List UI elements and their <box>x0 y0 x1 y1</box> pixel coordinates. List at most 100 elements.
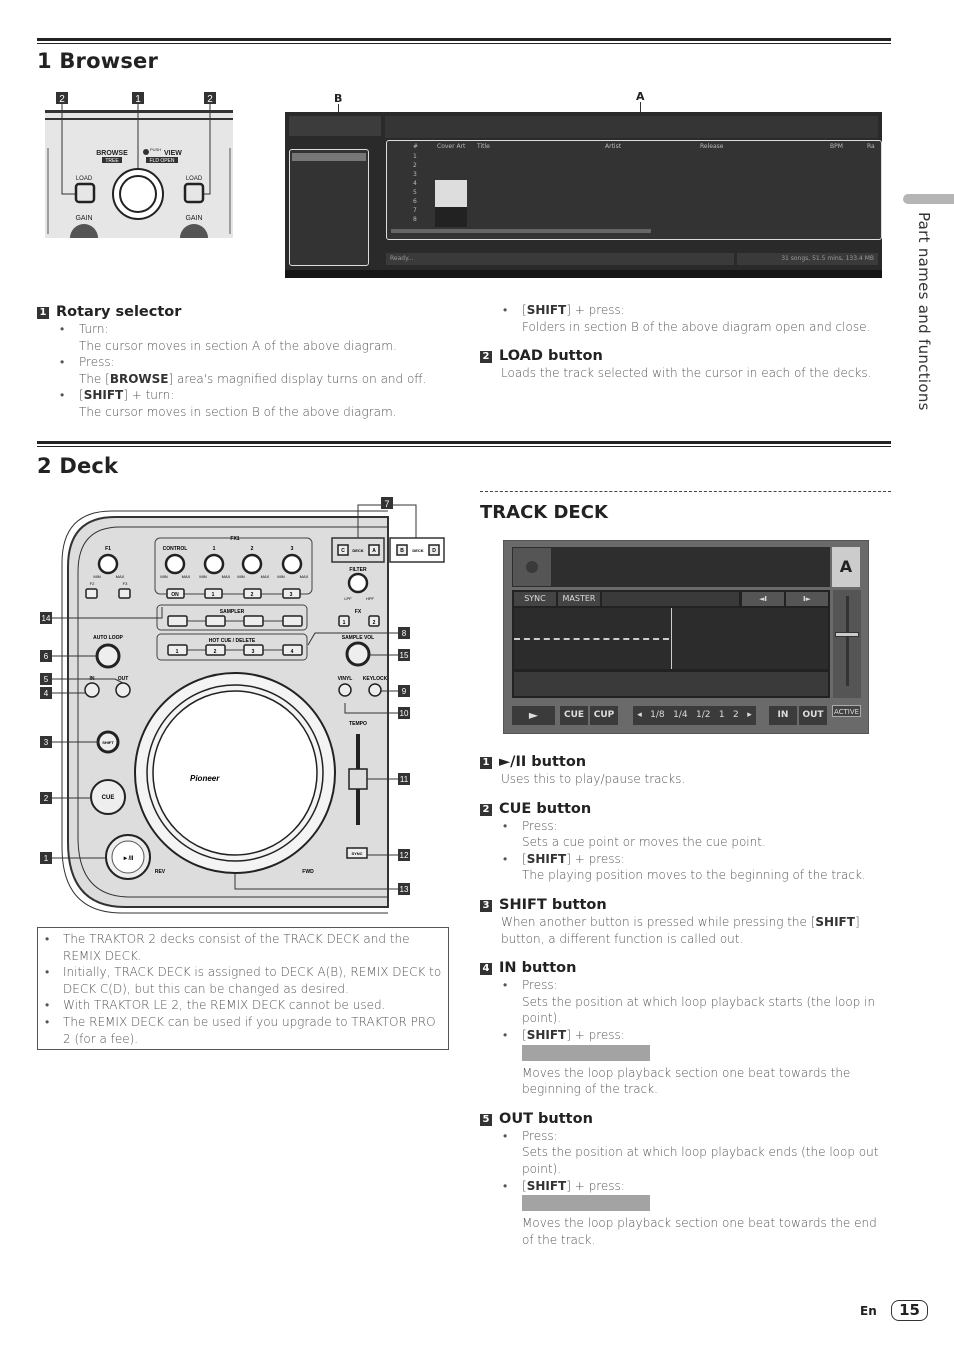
dashed-divider <box>480 491 891 492</box>
svg-text:1: 1 <box>212 592 215 598</box>
svg-text:3: 3 <box>44 738 49 747</box>
side-tab-label: Part names and functions <box>915 212 933 411</box>
play-button[interactable]: ► <box>512 706 555 725</box>
preview-player <box>289 116 381 136</box>
svg-text:2: 2 <box>207 94 213 105</box>
tempo-fader[interactable] <box>833 590 861 698</box>
svg-text:GAIN: GAIN <box>75 215 92 222</box>
overview-bar[interactable] <box>514 672 828 696</box>
svg-text:F1: F1 <box>105 546 111 552</box>
svg-text:MAX: MAX <box>222 574 231 579</box>
svg-text:DECK: DECK <box>412 548 423 553</box>
svg-text:DECK: DECK <box>352 548 363 553</box>
tree-section-b[interactable] <box>289 149 369 266</box>
svg-text:MAX: MAX <box>182 574 191 579</box>
loop-size-selector[interactable]: ◂ 1/8 1/4 1/2 1 2 ▸ <box>633 706 756 725</box>
svg-text:BROWSE: BROWSE <box>96 150 128 157</box>
section-rule-thin <box>37 43 891 44</box>
load-button-left <box>74 182 96 204</box>
svg-text:10: 10 <box>400 709 409 718</box>
svg-text:MIN: MIN <box>237 574 244 579</box>
deck-controller-diagram: FX1 F1 CONTROL 1 2 3 MIN MAX MIN MAX MIN MA… <box>40 497 445 914</box>
svg-text:11: 11 <box>400 775 409 784</box>
svg-text:F3: F3 <box>123 581 128 586</box>
language-label: En <box>860 1304 877 1318</box>
section-rule-thin <box>37 446 891 447</box>
rotary-selector-section: 1Rotary selector Turn: The cursor moves … <box>37 303 457 421</box>
master-button[interactable]: MASTER <box>558 592 600 606</box>
page-number: 15 <box>891 1300 928 1321</box>
svg-text:1: 1 <box>343 620 346 626</box>
svg-text:MAX: MAX <box>261 574 270 579</box>
section-title-browser: 1 Browser <box>37 49 159 73</box>
svg-text:15: 15 <box>400 651 409 660</box>
deck-notes: The TRAKTOR 2 decks consist of the TRACK… <box>37 927 449 1050</box>
svg-text:1: 1 <box>44 854 49 863</box>
phase-meter <box>602 592 739 606</box>
deck-letter: A <box>832 547 860 587</box>
svg-text:VINYL: VINYL <box>338 676 353 682</box>
browse-controller-diagram: 2 1 2 BROWSE TREE PUSH VIEW FLD OPEN LOA… <box>45 92 233 238</box>
collection-summary: 31 songs, 51.5 mins, 133.4 MB <box>737 253 878 265</box>
svg-text:MIN: MIN <box>199 574 206 579</box>
waveform[interactable] <box>514 608 828 669</box>
svg-text:MIN: MIN <box>160 574 167 579</box>
svg-text:SAMPLE VOL: SAMPLE VOL <box>342 635 375 641</box>
svg-text:PUSH: PUSH <box>150 147 161 152</box>
redacted-bar <box>522 1195 650 1212</box>
svg-text:2: 2 <box>59 94 65 105</box>
horizontal-scrollbar[interactable] <box>391 229 651 233</box>
svg-text:GAIN: GAIN <box>185 215 202 222</box>
svg-text:TREE: TREE <box>105 158 119 164</box>
svg-text:Pioneer: Pioneer <box>190 774 220 783</box>
svg-text:LPF: LPF <box>344 596 352 601</box>
svg-text:5: 5 <box>44 675 49 684</box>
svg-text:FILTER: FILTER <box>349 567 367 573</box>
svg-text:3: 3 <box>290 592 293 598</box>
svg-text:LOAD: LOAD <box>186 176 203 182</box>
side-tab-bar <box>903 194 954 204</box>
svg-text:►/II: ►/II <box>123 856 134 862</box>
cup-button[interactable]: CUP <box>590 706 618 725</box>
svg-text:MAX: MAX <box>116 574 125 579</box>
svg-text:1: 1 <box>135 94 141 105</box>
sync-button[interactable]: SYNC <box>514 592 556 606</box>
svg-text:FX1: FX1 <box>230 536 239 542</box>
section-rule <box>37 38 891 41</box>
svg-text:HOT CUE / DELETE: HOT CUE / DELETE <box>209 638 256 644</box>
svg-text:CUE: CUE <box>102 795 115 801</box>
svg-text:FX: FX <box>355 609 362 615</box>
beatjump-back-button[interactable]: ◄I <box>742 592 784 606</box>
cue-button[interactable]: CUE <box>560 706 588 725</box>
cover-art <box>513 548 551 586</box>
track-deck-screen: A SYNC MASTER ◄I I► ► CUE CUP ◂ 1/8 1/4 1/2… <box>503 540 869 734</box>
load-button-right <box>183 182 205 204</box>
svg-text:7: 7 <box>384 499 389 509</box>
loop-in-button[interactable]: IN <box>769 706 797 725</box>
svg-text:KEYLOCK: KEYLOCK <box>363 676 388 682</box>
section-rule <box>37 441 891 444</box>
rotary-selector-section-cont: [SHIFT] + press: Folders in section B of… <box>480 302 890 382</box>
svg-text:REV: REV <box>155 869 166 875</box>
svg-text:C: C <box>341 548 345 554</box>
track-list-section-a[interactable]: # Cover Art Title Artist Release BPM Ra … <box>386 140 882 240</box>
svg-text:2: 2 <box>251 592 254 598</box>
svg-text:12: 12 <box>400 851 409 860</box>
svg-text:LOAD: LOAD <box>76 176 93 182</box>
svg-text:B: B <box>400 548 404 554</box>
svg-text:ON: ON <box>171 592 179 598</box>
svg-text:SAMPLER: SAMPLER <box>220 609 245 615</box>
svg-text:VIEW: VIEW <box>164 150 182 157</box>
svg-text:FLD OPEN: FLD OPEN <box>149 158 174 164</box>
svg-text:2: 2 <box>373 620 376 626</box>
svg-text:3: 3 <box>291 546 294 552</box>
favorites-bar <box>385 116 878 138</box>
svg-text:FWD: FWD <box>302 869 314 875</box>
loop-active-button[interactable]: ACTIVE <box>832 705 861 717</box>
svg-text:MAX: MAX <box>300 574 309 579</box>
status-text: Ready... <box>386 253 734 265</box>
beatjump-forward-button[interactable]: I► <box>786 592 828 606</box>
svg-text:MIN: MIN <box>93 574 100 579</box>
svg-text:2: 2 <box>251 546 254 552</box>
loop-out-button[interactable]: OUT <box>799 706 827 725</box>
